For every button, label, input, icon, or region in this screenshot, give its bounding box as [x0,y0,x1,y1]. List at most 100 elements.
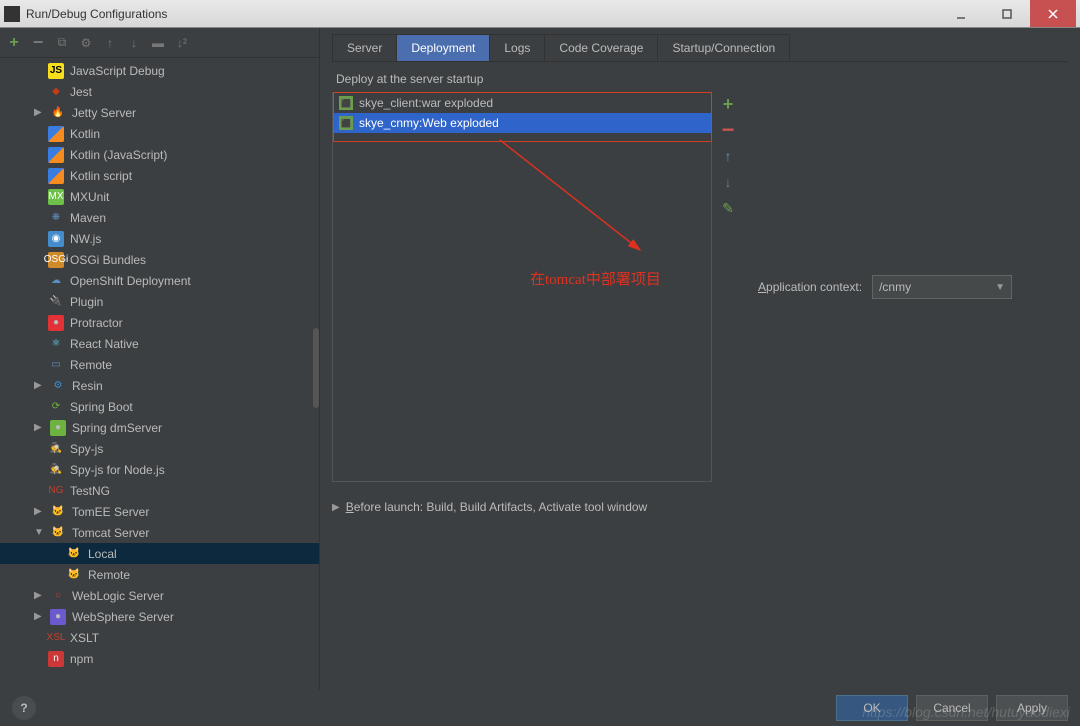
tree-item[interactable]: ☁OpenShift Deployment [0,270,319,291]
tree-item[interactable]: ▶🐱TomEE Server [0,501,319,522]
tree-item[interactable]: 🐱Local [0,543,319,564]
edit-artifact-button[interactable]: ✎ [720,200,736,216]
tree-item[interactable]: ▭ Remote [0,354,319,375]
config-type-icon: ○ [50,588,66,604]
tree-item[interactable]: Kotlin [0,123,319,144]
app-context-combo[interactable]: /cnmy ▼ [872,275,1012,299]
tab[interactable]: Deployment [396,34,490,61]
before-launch-section[interactable]: ▶ Before launch: Build, Build Artifacts,… [332,500,1068,514]
tree-item[interactable]: JS JavaScript Debug [0,60,319,81]
tree-item-label: Spy-js for Node.js [70,463,165,477]
tab[interactable]: Server [332,34,397,61]
remove-config-icon[interactable]: − [30,35,46,51]
settings-icon[interactable]: ⚙ [78,35,94,51]
folder-icon[interactable]: ▬ [150,35,166,51]
dialog-buttons: ? OK Cancel Apply [0,690,1080,726]
tree-item[interactable]: 🕵Spy-js for Node.js [0,459,319,480]
sort-icon[interactable]: ↓² [174,35,190,51]
window-titlebar: Run/Debug Configurations [0,0,1080,28]
tree-item-label: Local [88,547,117,561]
tree-item[interactable]: Kotlin script [0,165,319,186]
config-type-icon: 🔌 [48,294,64,310]
cancel-button[interactable]: Cancel [916,695,988,721]
chevron-down-icon: ▼ [995,282,1005,293]
config-type-icon: 🔥 [50,105,66,121]
tree-item[interactable]: ▶●Spring dmServer [0,417,319,438]
tree-item[interactable]: 🕵Spy-js [0,438,319,459]
app-context-value: /cnmy [879,280,911,294]
ok-button[interactable]: OK [836,695,908,721]
tree-item-label: Remote [70,358,112,372]
config-type-icon: 🐱 [50,504,66,520]
tree-item[interactable]: ⚛ React Native [0,333,319,354]
settings-panel: ServerDeploymentLogsCode CoverageStartup… [320,28,1080,690]
add-config-icon[interactable]: + [6,35,22,51]
tree-item[interactable]: 🔌 Plugin [0,291,319,312]
deploy-list-buttons: + − ↑ ↓ ✎ [718,92,738,482]
tree-item[interactable]: ⟳Spring Boot [0,396,319,417]
tab-bar: ServerDeploymentLogsCode CoverageStartup… [332,34,1068,62]
tree-item[interactable]: XSLXSLT [0,627,319,648]
artifact-up-button[interactable]: ↑ [720,148,736,164]
tree-item[interactable]: ▶⚙Resin [0,375,319,396]
move-up-icon[interactable]: ↑ [102,35,118,51]
move-down-icon[interactable]: ↓ [126,35,142,51]
apply-button[interactable]: Apply [996,695,1068,721]
deploy-section-label: Deploy at the server startup [332,62,1068,92]
artifact-down-button[interactable]: ↓ [720,174,736,190]
deploy-artifact-row[interactable]: ⬛skye_cnmy:Web exploded [333,113,711,133]
config-type-icon: ● [48,315,64,331]
tree-item-label: TomEE Server [72,505,149,519]
tree-item[interactable]: ▶●WebSphere Server [0,606,319,627]
remove-artifact-button[interactable]: − [720,122,736,138]
tree-item-label: JavaScript Debug [70,64,165,78]
tree-item[interactable]: Kotlin (JavaScript) [0,144,319,165]
config-type-icon: ⟳ [48,399,64,415]
config-type-icon: ▭ [48,357,64,373]
close-button[interactable] [1030,0,1076,27]
tree-item-label: WebLogic Server [72,589,164,603]
tab[interactable]: Logs [489,34,545,61]
tree-item[interactable]: ●Protractor [0,312,319,333]
config-type-icon: JS [48,63,64,79]
tree-item[interactable]: 🐱Remote [0,564,319,585]
window-title: Run/Debug Configurations [26,7,938,21]
tree-item[interactable]: ▶🔥Jetty Server [0,102,319,123]
deploy-artifact-list[interactable]: ⬛skye_client:war exploded⬛skye_cnmy:Web … [332,92,712,482]
deploy-artifact-row[interactable]: ⬛skye_client:war exploded [333,93,711,113]
tree-item[interactable]: MXMXUnit [0,186,319,207]
tree-arrow-icon: ▶ [34,380,44,391]
config-type-icon: NG [48,483,64,499]
config-type-icon: ☁ [48,273,64,289]
config-type-icon: ● [50,420,66,436]
tree-item[interactable]: ▶ ○ WebLogic Server [0,585,319,606]
tab[interactable]: Code Coverage [544,34,658,61]
tree-arrow-icon: ▶ [34,107,44,118]
config-tree[interactable]: JSJavaScript Debug◆Jest▶🔥Jetty ServerKot… [0,58,319,690]
minimize-button[interactable] [938,0,984,27]
tree-item[interactable]: ◉NW.js [0,228,319,249]
expand-arrow-icon: ▶ [332,502,340,513]
tree-item-label: React Native [70,337,139,351]
help-button[interactable]: ? [12,696,36,720]
maximize-button[interactable] [984,0,1030,27]
config-type-icon: n [48,651,64,667]
config-type-icon: ⚛ [48,336,64,352]
tree-item[interactable]: NG TestNG [0,480,319,501]
tree-item[interactable]: ◆Jest [0,81,319,102]
tree-item[interactable]: ❋Maven [0,207,319,228]
tree-arrow-icon: ▶ [34,590,44,601]
app-context-label: Application context: [758,280,862,294]
config-type-icon: XSL [48,630,64,646]
add-artifact-button[interactable]: + [720,96,736,112]
tree-item[interactable]: ▼🐱Tomcat Server [0,522,319,543]
config-type-icon: ◆ [48,84,64,100]
tree-item[interactable]: nnpm [0,648,319,669]
artifact-label: skye_client:war exploded [359,96,493,110]
tree-item[interactable]: OSGiOSGi Bundles [0,249,319,270]
copy-config-icon[interactable]: ⧉ [54,35,70,51]
tree-item-label: Plugin [70,295,103,309]
tree-item-label: TestNG [70,484,110,498]
tab[interactable]: Startup/Connection [657,34,790,61]
app-icon [4,6,20,22]
